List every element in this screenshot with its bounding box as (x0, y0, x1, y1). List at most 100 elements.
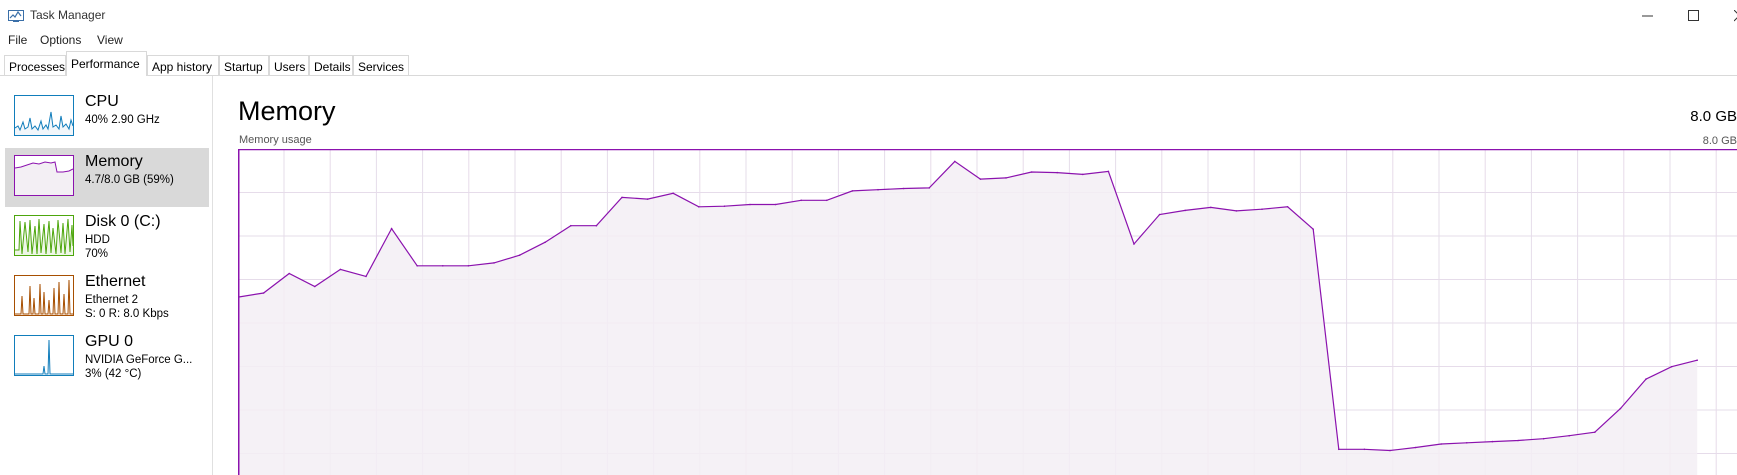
memory-usage-point-21 (774, 203, 777, 206)
memory-usage-point-3 (314, 285, 316, 288)
maximize-icon (1688, 10, 1699, 21)
sidebar-item-disk[interactable]: Disk 0 (C:) HDD 70% (5, 208, 209, 267)
memory-usage-max: 8.0 GB (1702, 135, 1737, 147)
tab-app-history[interactable]: App history (147, 55, 219, 75)
memory-usage-point-54 (1619, 407, 1622, 410)
memory-usage-point-11 (518, 254, 521, 256)
sidebar-item-cpu[interactable]: CPU 40% 2.90 GHz (5, 88, 209, 147)
gpu-name-text: NVIDIA GeForce G... (85, 354, 193, 366)
ethernet-throughput-text: S: 0 R: 8.0 Kbps (85, 308, 169, 320)
memory-usage-point-48 (1466, 442, 1468, 444)
memory-usage-point-52 (1568, 434, 1570, 437)
memory-usage-point-33 (1082, 173, 1084, 176)
memory-usage-point-9 (467, 265, 470, 267)
menu-bar: File Options View (0, 30, 1737, 50)
memory-usage-area (238, 161, 1698, 475)
gpu-thumbnail-graph (14, 335, 74, 376)
tab-startup[interactable]: Startup (219, 55, 269, 75)
memory-usage-point-56 (1670, 365, 1673, 368)
minimize-button[interactable] (1625, 0, 1671, 30)
memory-usage-point-2 (288, 272, 290, 275)
sidebar-item-memory[interactable]: Memory 4.7/8.0 GB (59%) (5, 148, 209, 207)
memory-usage-point-32 (1056, 171, 1058, 174)
menu-options[interactable]: Options (40, 33, 81, 47)
memory-capacity: 8.0 GB (1690, 108, 1737, 125)
memory-usage-point-39 (1235, 210, 1238, 212)
performance-sidebar: CPU 40% 2.90 GHz Memory 4.7/8.0 GB (59%)… (0, 76, 213, 475)
memory-usage-point-19 (723, 205, 726, 207)
ethernet-adapter-text: Ethernet 2 (85, 294, 139, 306)
memory-usage-point-14 (595, 224, 598, 227)
memory-usage-point-1 (262, 292, 265, 294)
memory-usage-point-57 (1696, 359, 1698, 361)
memory-usage-point-40 (1261, 208, 1263, 210)
cpu-thumbnail-graph (14, 95, 74, 136)
memory-usage-point-49 (1491, 440, 1494, 443)
memory-usage-point-26 (902, 187, 905, 190)
tab-processes[interactable]: Processes (4, 55, 66, 75)
memory-usage-point-25 (877, 188, 879, 191)
menu-view[interactable]: View (97, 33, 123, 47)
gpu-usage-text: 3% (42 °C) (85, 368, 142, 380)
page-title: Memory (238, 96, 336, 126)
memory-usage-point-8 (442, 265, 444, 267)
sidebar-item-ethernet[interactable]: Ethernet Ethernet 2 S: 0 R: 8.0 Kbps (5, 268, 209, 327)
memory-usage-point-20 (749, 203, 751, 206)
disk-title: Disk 0 (C:) (85, 213, 161, 230)
tab-services[interactable]: Services (353, 55, 409, 75)
memory-usage-point-16 (646, 198, 649, 200)
memory-usage-point-30 (1005, 177, 1007, 179)
title-bar: Task Manager (0, 0, 1737, 30)
tab-users[interactable]: Users (269, 55, 309, 75)
close-button[interactable] (1717, 0, 1737, 30)
memory-usage-point-27 (928, 187, 930, 189)
memory-usage-point-55 (1645, 378, 1647, 380)
task-manager-icon (8, 8, 24, 22)
ethernet-title: Ethernet (85, 273, 146, 290)
gpu-title: GPU 0 (85, 333, 134, 350)
memory-usage-point-18 (698, 206, 700, 208)
memory-usage-point-23 (826, 199, 828, 202)
ethernet-thumbnail-graph (14, 275, 74, 316)
window-title: Task Manager (30, 8, 106, 22)
memory-usage-point-38 (1210, 206, 1212, 209)
memory-usage-point-12 (544, 241, 546, 243)
tab-strip: Processes Performance App history Startu… (0, 51, 1737, 76)
minimize-icon (1642, 15, 1653, 17)
memory-title: Memory (85, 153, 143, 170)
memory-usage-label: Memory usage (239, 134, 312, 146)
cpu-title: CPU (85, 93, 119, 110)
tab-performance[interactable]: Performance (66, 51, 147, 76)
memory-usage-point-53 (1594, 431, 1596, 434)
memory-usage-point-22 (800, 199, 802, 202)
memory-usage-point-42 (1312, 228, 1314, 230)
memory-usage-point-5 (365, 275, 367, 278)
memory-usage-point-37 (1184, 209, 1186, 212)
maximize-button[interactable] (1671, 0, 1717, 30)
disk-usage-text: 70% (85, 248, 109, 260)
memory-usage-text: 4.7/8.0 GB (59%) (85, 174, 174, 186)
memory-usage-point-28 (954, 160, 956, 163)
memory-usage-point-34 (1107, 170, 1110, 173)
memory-usage-point-43 (1338, 448, 1340, 451)
memory-usage-point-35 (1133, 243, 1135, 245)
memory-usage-point-17 (672, 192, 674, 195)
memory-usage-point-6 (390, 227, 393, 230)
memory-usage-point-29 (979, 178, 982, 180)
menu-file[interactable]: File (8, 33, 27, 47)
memory-usage-point-51 (1542, 437, 1545, 440)
disk-type-text: HDD (85, 234, 110, 246)
cpu-usage-text: 40% 2.90 GHz (85, 114, 160, 126)
memory-usage-point-24 (851, 190, 854, 192)
memory-usage-point-15 (621, 196, 623, 199)
memory-thumbnail-graph (14, 155, 74, 196)
tab-details[interactable]: Details (309, 55, 353, 75)
memory-usage-point-47 (1440, 443, 1442, 445)
sidebar-item-gpu[interactable]: GPU 0 NVIDIA GeForce G... 3% (42 °C) (5, 328, 209, 387)
memory-usage-point-41 (1286, 206, 1289, 208)
memory-usage-point-31 (1030, 171, 1033, 173)
memory-usage-graph (238, 149, 1737, 475)
memory-usage-point-44 (1363, 448, 1366, 451)
memory-usage-point-46 (1414, 446, 1417, 449)
memory-usage-point-4 (339, 268, 342, 271)
